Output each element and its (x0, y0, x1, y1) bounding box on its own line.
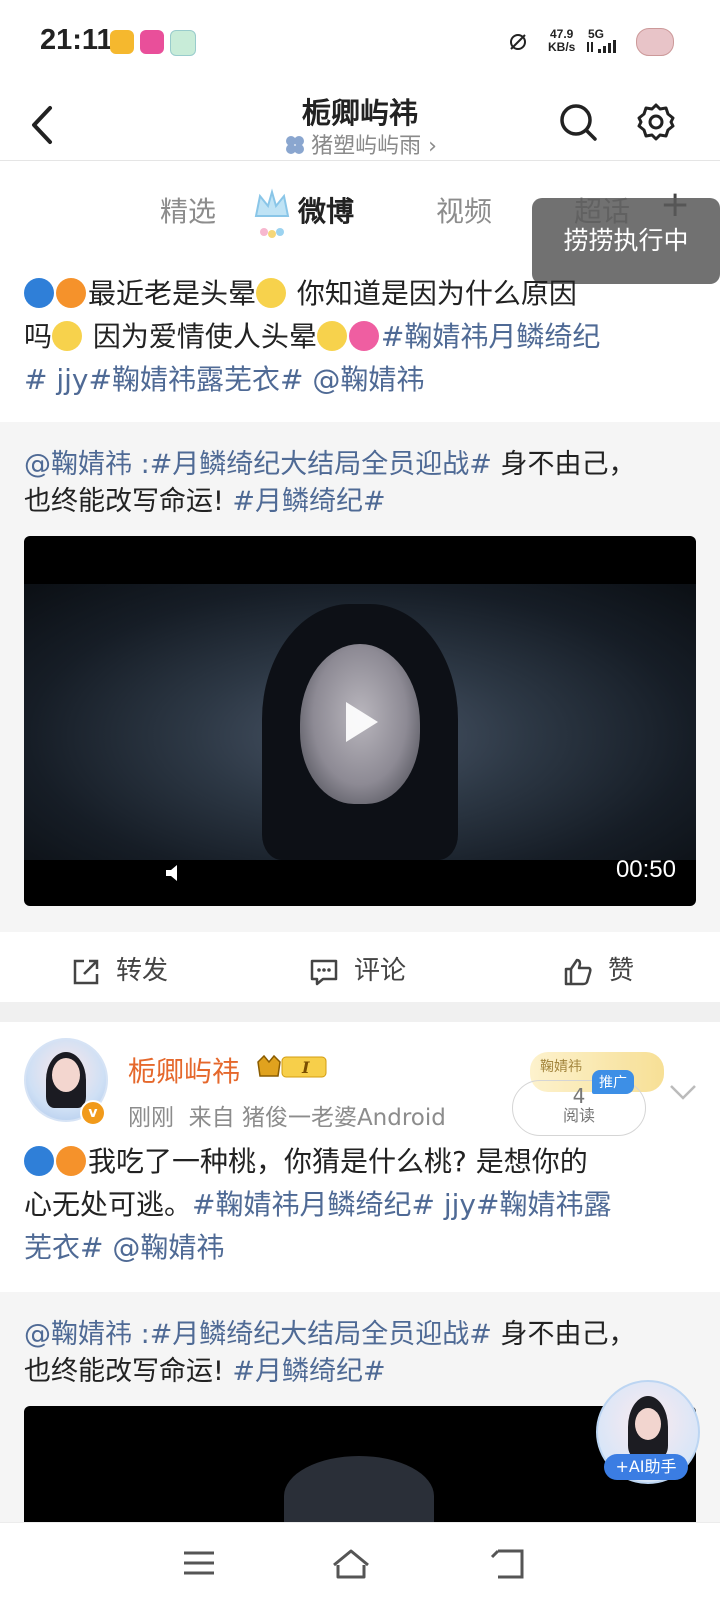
crown-icon (254, 188, 290, 238)
mention-link[interactable]: @鞠婧祎 (24, 449, 132, 480)
repost-card[interactable]: @鞠婧祎 :#月鳞绮纪大结局全员迎战# 身不由己， 也终能改写命运! #月鳞绮纪… (0, 422, 720, 932)
comment-button[interactable]: 评论 (308, 946, 406, 996)
play-icon[interactable] (336, 698, 384, 746)
chevron-down-icon[interactable] (668, 1082, 698, 1102)
blue-heart-emoji (24, 1146, 54, 1176)
app-icon (170, 30, 196, 56)
status-bar: 21:11 47.9 KB/s 5G (0, 0, 720, 84)
video-player[interactable]: 00:50 (24, 536, 696, 906)
vip-badge[interactable]: I (256, 1052, 332, 1080)
topic-link[interactable]: #鞠婧祎露 (476, 1188, 611, 1221)
dizzy-face-emoji (256, 278, 287, 308)
topic-link[interactable]: jjy (435, 1188, 476, 1221)
tangerine-emoji (56, 1146, 86, 1176)
repost-button[interactable]: 转发 (70, 946, 168, 996)
back-nav-icon[interactable] (486, 1543, 532, 1583)
clock: 21:11 (40, 24, 113, 56)
ai-assistant-label[interactable]: +AI助手 (604, 1454, 688, 1480)
chevron-right-icon: › (428, 134, 437, 159)
mention-link[interactable]: @鞠婧祎 (24, 1319, 132, 1350)
system-navigation-bar (0, 1522, 720, 1609)
comment-icon (310, 959, 338, 985)
tab-weibo[interactable]: 微博 (298, 190, 354, 230)
promote-badge[interactable]: 推广 (592, 1070, 634, 1094)
post-source: 猪俊一老婆Android (241, 1105, 446, 1131)
weibo-app-icon (110, 30, 134, 54)
topic-link[interactable]: #月鳞绮纪大结局全员迎战# (150, 449, 492, 480)
bilibili-app-icon (140, 30, 164, 54)
settings-button[interactable] (634, 100, 678, 144)
battery-icon (636, 28, 674, 56)
share-icon (73, 959, 99, 984)
blue-heart-emoji (24, 278, 54, 308)
post-time: 刚刚 (128, 1105, 174, 1131)
signal-icon (587, 40, 616, 53)
tab-featured[interactable]: 精选 (160, 190, 216, 230)
thinking-face-emoji (52, 321, 83, 351)
topic-link[interactable]: #月鳞绮纪# (224, 486, 385, 517)
page-title: 栀卿屿祎 (301, 96, 418, 130)
video-player[interactable] (24, 1406, 696, 1522)
network-type: 5G (588, 27, 605, 41)
search-button[interactable] (556, 100, 600, 144)
topic-link[interactable]: # jjy (24, 363, 89, 396)
like-button[interactable]: 赞 (562, 946, 634, 996)
topic-link[interactable]: #鞠婧祎月鳞绮纪 (381, 320, 600, 353)
post-meta: 刚刚 来自 猪俊一老婆Android (128, 1105, 446, 1131)
header-divider (0, 160, 720, 161)
repost-body: @鞠婧祎 :#月鳞绮纪大结局全员迎战# 身不由己， 也终能改写命运! #月鳞绮纪… (24, 449, 636, 517)
profile-header: 栀卿屿祎 猪塑屿屿雨 › (0, 84, 720, 164)
topic-link[interactable]: 芜衣# (24, 1231, 103, 1264)
home-icon[interactable] (328, 1543, 374, 1583)
topic-link[interactable]: #鞠婧祎月鳞绮纪# (192, 1188, 435, 1221)
post-body: 我吃了一种桃，你猜是什么桃? 是想你的 心无处可逃。#鞠婧祎月鳞绮纪# jjy#… (24, 1145, 612, 1264)
tab-video[interactable]: 视频 (436, 190, 492, 230)
thumbs-up-icon (564, 958, 592, 985)
mention-link[interactable]: @鞠婧祎 (103, 1231, 224, 1264)
tangerine-emoji (56, 278, 86, 308)
username[interactable]: 栀卿屿祎 (128, 1050, 240, 1090)
volume-icon[interactable] (164, 862, 184, 884)
post-separator (0, 1002, 720, 1022)
hotspot-off-icon (510, 34, 526, 50)
menu-icon[interactable] (176, 1543, 222, 1583)
clover-icon (286, 136, 305, 154)
post-body: 最近老是头晕 你知道是因为什么原因 吗 因为爱情使人头晕 #鞠婧祎月鳞绮纪 # j… (24, 277, 601, 396)
topic-link[interactable]: #月鳞绮纪大结局全员迎战# (150, 1319, 492, 1350)
profile-subtitle-link[interactable]: 猪塑屿屿雨 › (0, 128, 720, 160)
topic-link[interactable]: #月鳞绮纪# (224, 1356, 385, 1387)
hugging-face-emoji (316, 321, 347, 351)
topic-link[interactable]: #鞠婧祎露芜衣# (89, 363, 304, 396)
repost-body: @鞠婧祎 :#月鳞绮纪大结局全员迎战# 身不由己， 也终能改写命运! #月鳞绮纪… (24, 1319, 636, 1387)
network-speed: 47.9 KB/s (548, 27, 576, 54)
two-hearts-emoji (348, 321, 379, 351)
svg-text:I: I (301, 1058, 310, 1077)
video-duration: 00:50 (615, 856, 676, 883)
verified-badge: v (80, 1100, 106, 1126)
mention-link[interactable]: @鞠婧祎 (303, 363, 424, 396)
